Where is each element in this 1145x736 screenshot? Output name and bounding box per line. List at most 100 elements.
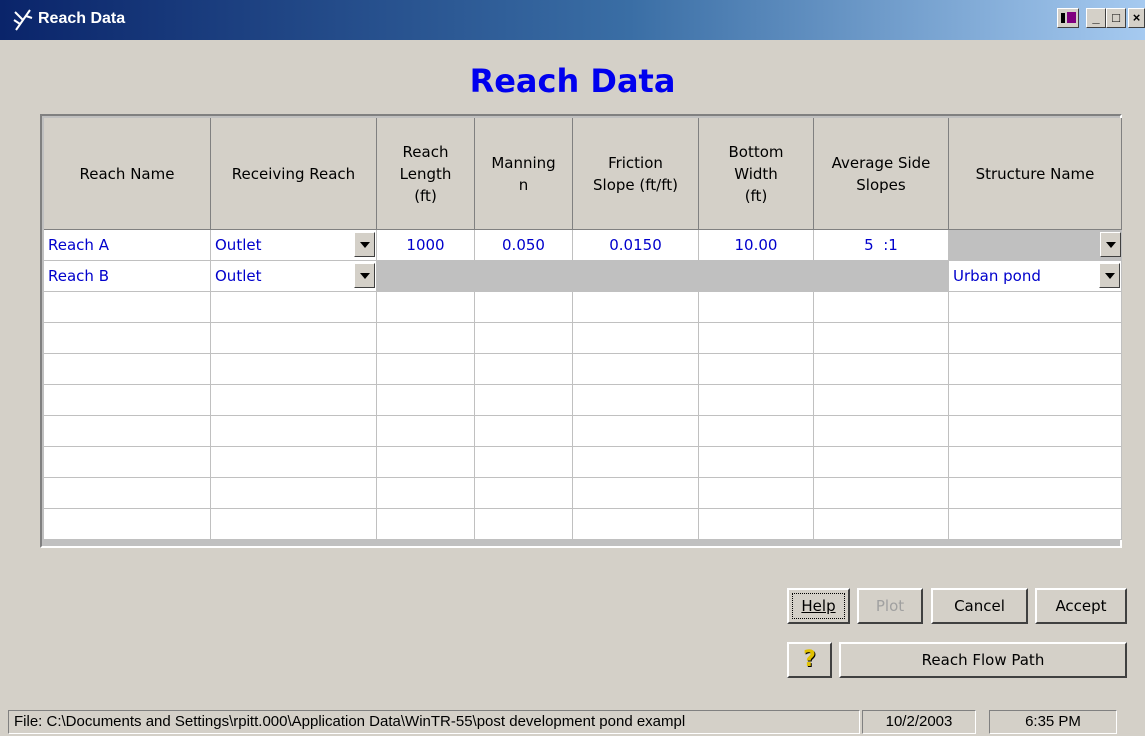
empty-cell[interactable] <box>573 323 699 354</box>
empty-cell[interactable] <box>949 323 1122 354</box>
empty-cell[interactable] <box>949 292 1122 323</box>
chevron-down-icon[interactable] <box>1100 232 1121 257</box>
empty-cell[interactable] <box>573 509 699 540</box>
restore-icon[interactable] <box>1057 8 1079 28</box>
chevron-down-icon[interactable] <box>354 232 375 257</box>
empty-cell[interactable] <box>699 478 814 509</box>
empty-cell[interactable] <box>949 354 1122 385</box>
empty-cell[interactable] <box>949 385 1122 416</box>
receiving-reach-cell[interactable]: Outlet <box>211 230 377 261</box>
empty-cell[interactable] <box>814 385 949 416</box>
status-bar: File: C:\Documents and Settings\rpitt.00… <box>0 710 1145 736</box>
empty-cell[interactable] <box>377 416 475 447</box>
empty-cell[interactable] <box>377 323 475 354</box>
empty-cell[interactable] <box>377 509 475 540</box>
accept-button[interactable]: Accept <box>1035 588 1127 624</box>
minimize-button[interactable]: _ <box>1086 8 1106 28</box>
disabled-cells <box>377 261 949 292</box>
empty-cell[interactable] <box>44 509 211 540</box>
empty-cell[interactable] <box>44 416 211 447</box>
manning-n-cell[interactable]: 0.050 <box>475 230 573 261</box>
reach-data-grid[interactable]: Reach Name Receiving Reach Reach Length … <box>40 114 1122 548</box>
empty-cell[interactable] <box>377 447 475 478</box>
empty-cell[interactable] <box>814 292 949 323</box>
reach-name-cell[interactable]: Reach B <box>44 261 211 292</box>
empty-cell[interactable] <box>475 509 573 540</box>
empty-cell[interactable] <box>377 292 475 323</box>
empty-cell[interactable] <box>573 447 699 478</box>
close-button[interactable]: × <box>1128 8 1145 28</box>
empty-cell[interactable] <box>44 292 211 323</box>
empty-cell[interactable] <box>814 354 949 385</box>
empty-cell[interactable] <box>211 385 377 416</box>
empty-cell[interactable] <box>949 416 1122 447</box>
help-label: Help <box>801 597 836 615</box>
empty-cell[interactable] <box>814 478 949 509</box>
empty-cell[interactable] <box>211 416 377 447</box>
empty-cell[interactable] <box>573 385 699 416</box>
empty-cell[interactable] <box>573 354 699 385</box>
empty-cell[interactable] <box>949 447 1122 478</box>
empty-cell[interactable] <box>699 292 814 323</box>
chevron-down-icon[interactable] <box>354 263 375 288</box>
empty-cell[interactable] <box>814 509 949 540</box>
empty-cell[interactable] <box>699 416 814 447</box>
empty-cell[interactable] <box>44 385 211 416</box>
empty-cell[interactable] <box>475 292 573 323</box>
empty-cell[interactable] <box>573 292 699 323</box>
empty-cell[interactable] <box>211 447 377 478</box>
empty-cell[interactable] <box>814 447 949 478</box>
structure-name-cell[interactable]: Urban pond <box>949 261 1122 292</box>
empty-cell[interactable] <box>699 509 814 540</box>
empty-cell[interactable] <box>573 478 699 509</box>
reach-flow-path-label: Reach Flow Path <box>921 651 1045 669</box>
empty-cell[interactable] <box>377 354 475 385</box>
empty-cell[interactable] <box>44 323 211 354</box>
empty-cell[interactable] <box>475 385 573 416</box>
empty-cell[interactable] <box>814 323 949 354</box>
empty-cell[interactable] <box>377 385 475 416</box>
empty-cell[interactable] <box>475 447 573 478</box>
help-button[interactable]: Help <box>787 588 850 624</box>
question-help-button[interactable]: ? <box>787 642 832 678</box>
empty-cell[interactable] <box>475 354 573 385</box>
empty-cell[interactable] <box>44 478 211 509</box>
empty-cell[interactable] <box>211 292 377 323</box>
empty-cell[interactable] <box>699 323 814 354</box>
structure-name-cell[interactable] <box>949 230 1122 261</box>
cancel-button[interactable]: Cancel <box>931 588 1028 624</box>
empty-cell[interactable] <box>699 447 814 478</box>
empty-cell[interactable] <box>211 354 377 385</box>
side-slopes-cell[interactable]: 5 :1 <box>814 230 949 261</box>
empty-cell[interactable] <box>475 478 573 509</box>
empty-cell[interactable] <box>573 416 699 447</box>
plot-button[interactable]: Plot <box>857 588 923 624</box>
empty-cell[interactable] <box>475 323 573 354</box>
empty-cell[interactable] <box>44 354 211 385</box>
empty-cell[interactable] <box>814 416 949 447</box>
receiving-reach-cell[interactable]: Outlet <box>211 261 377 292</box>
column-header-reach-name: Reach Name <box>44 118 211 230</box>
empty-cell[interactable] <box>949 509 1122 540</box>
empty-cell[interactable] <box>211 509 377 540</box>
empty-cell[interactable] <box>699 385 814 416</box>
status-time: 6:35 PM <box>989 710 1117 734</box>
empty-cell[interactable] <box>211 478 377 509</box>
maximize-button[interactable]: □ <box>1106 8 1126 28</box>
empty-cell[interactable] <box>377 478 475 509</box>
friction-slope-cell[interactable]: 0.0150 <box>573 230 699 261</box>
page-heading: Reach Data <box>469 62 676 100</box>
title-bar[interactable]: Reach Data _ □ × <box>0 0 1145 40</box>
chevron-down-icon[interactable] <box>1099 263 1120 288</box>
reach-name-cell[interactable]: Reach A <box>44 230 211 261</box>
reach-data-window: Reach Data _ □ × Reach Data Reach Name R… <box>0 0 1145 736</box>
empty-cell[interactable] <box>475 416 573 447</box>
empty-cell[interactable] <box>699 354 814 385</box>
reach-flow-path-button[interactable]: Reach Flow Path <box>839 642 1127 678</box>
empty-cell[interactable] <box>949 478 1122 509</box>
empty-cell[interactable] <box>44 447 211 478</box>
bottom-width-cell[interactable]: 10.00 <box>699 230 814 261</box>
branch-icon <box>13 9 33 31</box>
empty-cell[interactable] <box>211 323 377 354</box>
reach-length-cell[interactable]: 1000 <box>377 230 475 261</box>
